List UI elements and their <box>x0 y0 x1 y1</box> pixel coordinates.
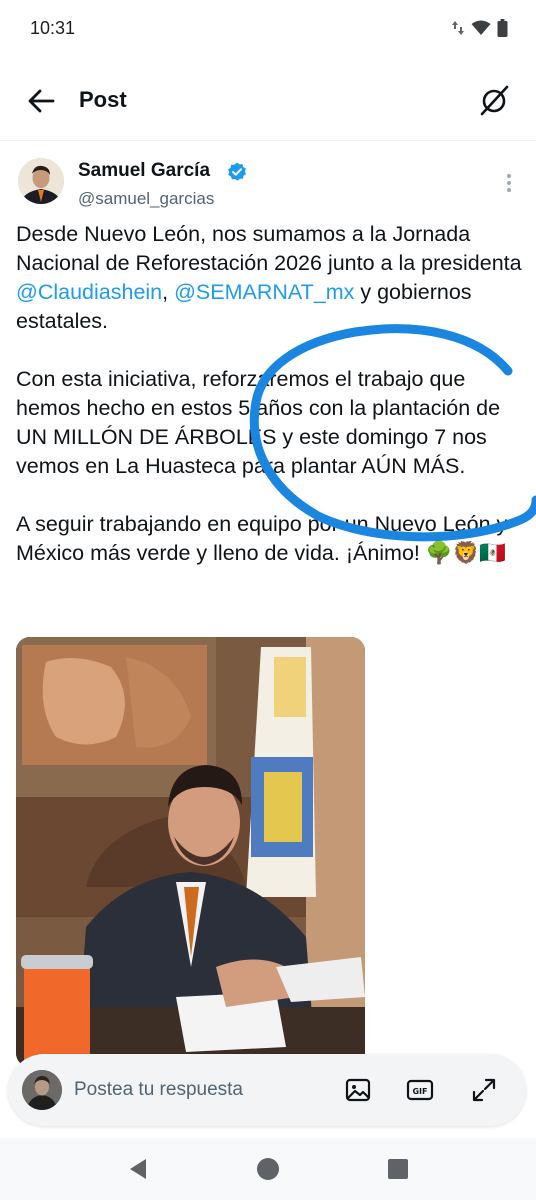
verified-badge-icon <box>228 162 246 181</box>
status-time: 10:31 <box>30 18 76 38</box>
back-arrow-icon[interactable] <box>26 86 56 116</box>
reply-composer[interactable]: Postea tu respuesta GIF <box>8 1054 526 1126</box>
system-nav-bar <box>0 1138 536 1200</box>
tweet-media[interactable] <box>16 637 365 1067</box>
post-header: Post <box>0 72 536 128</box>
nav-recents-icon[interactable] <box>385 1156 411 1182</box>
tweet-paragraph-3: A seguir trabajando en equipo por un Nue… <box>16 512 508 565</box>
battery-icon <box>497 19 508 37</box>
tweet-paragraph-1: Desde Nuevo León, nos sumamos a la Jorna… <box>16 220 526 336</box>
reply-input[interactable]: Postea tu respuesta <box>74 1079 243 1101</box>
mention-link[interactable]: @SEMARNAT_mx <box>174 280 354 304</box>
user-avatar <box>22 1070 62 1110</box>
header-divider <box>0 140 536 141</box>
wifi-icon <box>471 20 491 35</box>
author-handle[interactable]: @samuel_garcias <box>78 189 214 209</box>
page-title: Post <box>79 87 127 112</box>
tweet-text-segment: Desde Nuevo León, nos sumamos a la Jorna… <box>16 222 522 275</box>
tweet-text: Desde Nuevo León, nos sumamos a la Jorna… <box>16 220 526 568</box>
svg-text:GIF: GIF <box>412 1087 427 1096</box>
author-avatar[interactable] <box>18 158 64 204</box>
nav-back-icon[interactable] <box>126 1156 152 1182</box>
status-icons <box>451 19 508 37</box>
status-bar: 10:31 <box>0 0 536 60</box>
author-name[interactable]: Samuel García <box>78 160 210 182</box>
mention-link[interactable]: @Claudiashein <box>16 280 162 304</box>
nav-home-icon[interactable] <box>255 1156 281 1182</box>
image-icon[interactable] <box>343 1075 373 1105</box>
more-icon[interactable] <box>506 174 512 194</box>
gif-icon[interactable]: GIF <box>405 1075 435 1105</box>
tweet-paragraph-2: Con esta iniciativa, reforzaremos el tra… <box>16 367 501 478</box>
expand-icon[interactable] <box>469 1075 499 1105</box>
tweet-text-segment: , <box>162 280 175 304</box>
grok-icon[interactable] <box>478 84 510 116</box>
data-arrows-icon <box>452 21 464 35</box>
